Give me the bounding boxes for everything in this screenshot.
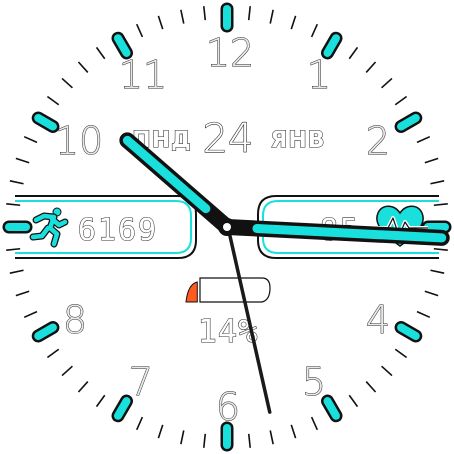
numeral-5: 5 — [302, 360, 326, 404]
day-of-month: 24 — [203, 116, 254, 162]
numeral-2: 2 — [366, 119, 390, 163]
month-label: ЯНВ — [270, 128, 325, 153]
numeral-4: 4 — [366, 298, 390, 342]
numeral-11: 11 — [119, 53, 167, 97]
numeral-8: 8 — [63, 298, 87, 342]
steps-value: 6169 — [78, 213, 158, 248]
numeral-1: 1 — [307, 53, 331, 97]
center-pin — [223, 223, 231, 231]
watch-face: 12 1 2 4 5 6 7 8 10 11 ПНД 24 ЯНВ 6169 8… — [0, 0, 454, 454]
numeral-10: 10 — [55, 119, 103, 163]
numeral-12: 12 — [206, 31, 254, 75]
numeral-7: 7 — [129, 360, 153, 404]
minute-hand — [219, 219, 450, 246]
numeral-6: 6 — [216, 385, 240, 429]
